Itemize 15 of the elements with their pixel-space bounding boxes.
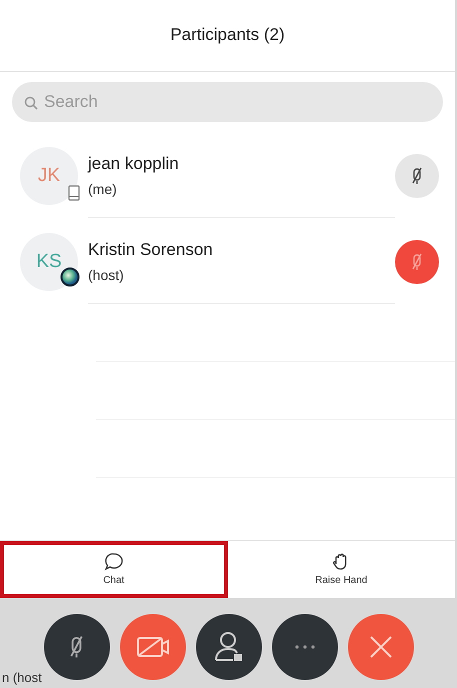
globe-icon — [60, 267, 80, 287]
avatar-initials: JK — [38, 164, 60, 188]
participant-name: jean kopplin — [88, 152, 180, 175]
search-field[interactable]: Search — [12, 82, 443, 122]
participant-role: (me) — [88, 180, 118, 200]
chat-button[interactable]: Chat — [0, 541, 228, 598]
avatar-initials: KS — [36, 250, 62, 274]
participant-name: Kristin Sorenson — [88, 238, 214, 261]
more-icon — [294, 645, 314, 649]
chat-bubble-icon — [104, 552, 124, 570]
phone-icon — [68, 185, 80, 201]
mute-button[interactable] — [395, 154, 439, 198]
panel-title: Participants (2) — [0, 0, 455, 72]
background-caption: n (host — [2, 670, 42, 686]
participant-role: (host) — [88, 266, 125, 286]
